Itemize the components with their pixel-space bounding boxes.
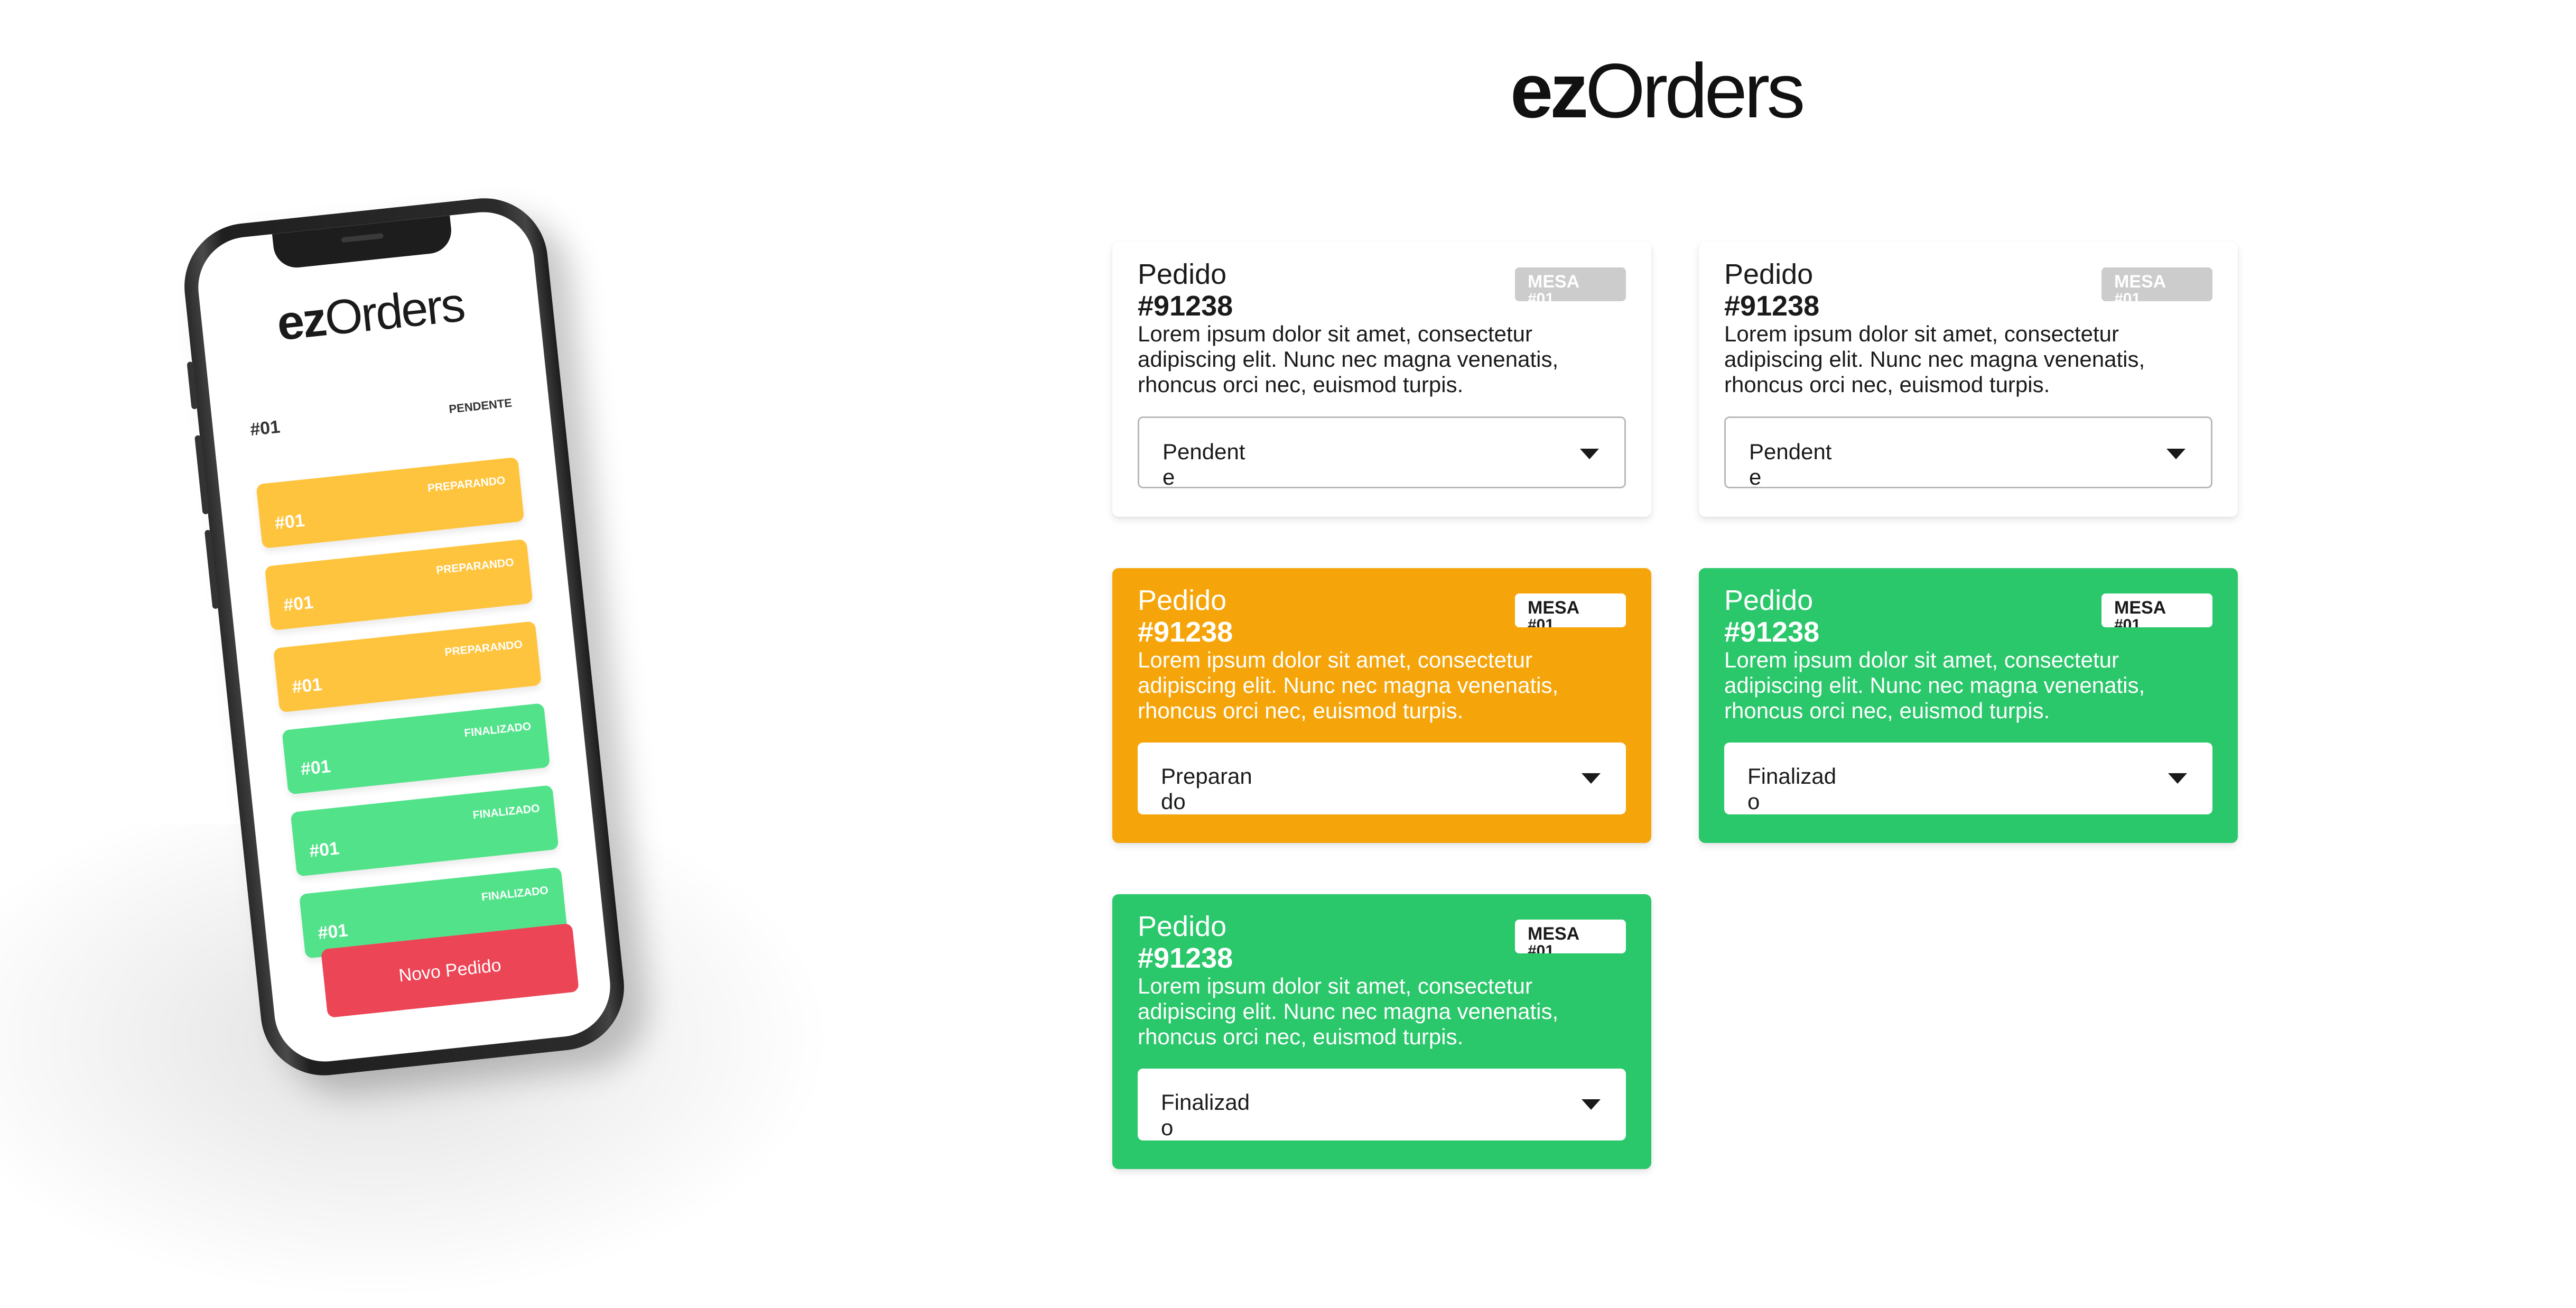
phone-current-order-number: #01 [249,416,281,440]
phone-order-row-number: #01 [300,756,332,780]
phone-order-row[interactable]: #01 PREPARANDO [264,539,533,631]
chevron-down-icon[interactable] [2166,449,2186,459]
phone-order-row[interactable]: #01 FINALIZADO [282,703,551,795]
status-select-value: Finalizado [1747,764,1837,814]
table-badge-label: MESA [2114,598,2166,618]
table-badge: MESA #01 [1515,920,1626,953]
order-card[interactable]: Pedido #91238 Lorem ipsum dolor sit amet, … [1699,568,2238,843]
phone-order-row-status: FINALIZADO [480,884,549,904]
phone-volume-up [194,435,209,515]
phone-order-row[interactable]: #01 FINALIZADO [290,785,559,877]
brand-logo: ezOrders [1510,48,1805,134]
status-select-value: Preparando [1161,764,1252,814]
table-badge: MESA #01 [1515,267,1626,301]
phone-volume-down [204,530,219,609]
chevron-down-icon[interactable] [1580,449,1599,459]
order-card[interactable]: Pedido #91238 Lorem ipsum dolor sit amet, … [1699,242,2238,517]
table-badge: MESA #01 [1515,593,1626,627]
status-select[interactable]: Preparando [1138,743,1626,814]
chevron-down-icon[interactable] [1582,1099,1601,1110]
phone-order-row-status: FINALIZADO [472,802,541,822]
order-card[interactable]: Pedido #91238 Lorem ipsum dolor sit amet, … [1112,242,1651,517]
order-card[interactable]: Pedido #91238 Lorem ipsum dolor sit amet, … [1112,894,1651,1169]
status-select-value: Pendente [1749,439,1832,489]
phone-order-row-status: PREPARANDO [435,556,515,577]
phone-order-row-number: #01 [291,674,323,698]
status-select-value: Pendente [1163,439,1245,489]
phone-order-row[interactable]: #01 PREPARANDO [273,620,542,713]
phone-order-row-number: #01 [317,920,349,944]
phone-app-logo: ezOrders [274,277,467,351]
order-description: Lorem ipsum dolor sit amet, consectetur … [1724,647,2145,723]
table-badge-number: #01 [2114,616,2141,628]
phone-mute-switch [187,361,198,410]
phone-order-row-status: PREPARANDO [444,638,523,659]
phone-order-row-number: #01 [282,592,314,616]
order-description: Lorem ipsum dolor sit amet, consectetur … [1724,321,2145,397]
chevron-down-icon[interactable] [2168,773,2187,784]
table-badge-number: #01 [2114,290,2141,302]
chevron-down-icon[interactable] [1582,773,1601,784]
table-badge-number: #01 [1528,942,1555,954]
phone-screen: ezOrders #01 PENDENTE #01 PREPARANDO #01 PR… [193,207,616,1067]
status-select[interactable]: Finalizado [1724,743,2212,814]
table-badge: MESA #01 [2101,593,2212,627]
phone-current-order[interactable]: #01 PENDENTE [249,392,513,440]
status-select[interactable]: Pendente [1138,416,1626,489]
phone-order-row-status: PREPARANDO [426,474,506,495]
order-description: Lorem ipsum dolor sit amet, consectetur … [1138,973,1559,1049]
table-badge-label: MESA [1528,598,1580,618]
table-badge: MESA #01 [2101,267,2212,301]
table-badge-label: MESA [2114,272,2166,292]
phone-current-order-status: PENDENTE [448,395,513,416]
order-description: Lorem ipsum dolor sit amet, consectetur … [1138,321,1559,397]
order-card[interactable]: Pedido #91238 Lorem ipsum dolor sit amet, … [1112,568,1651,843]
phone-notch [272,215,454,270]
status-select-value: Finalizado [1161,1090,1250,1140]
phone-order-row-number: #01 [308,838,340,861]
phone-order-row[interactable]: #01 PREPARANDO [256,457,525,549]
status-select[interactable]: Finalizado [1138,1069,1626,1140]
phone-order-row-number: #01 [274,510,306,534]
phone-order-list: #01 PREPARANDO #01 PREPARANDO #01 PREPARANDO #… [256,457,569,977]
order-description: Lorem ipsum dolor sit amet, consectetur … [1138,647,1559,723]
table-badge-label: MESA [1528,924,1580,944]
speaker-icon [341,233,384,243]
phone-order-row-status: FINALIZADO [463,720,532,740]
table-badge-label: MESA [1528,272,1580,292]
status-select[interactable]: Pendente [1724,416,2212,489]
table-badge-number: #01 [1528,616,1555,628]
table-badge-number: #01 [1528,290,1555,302]
